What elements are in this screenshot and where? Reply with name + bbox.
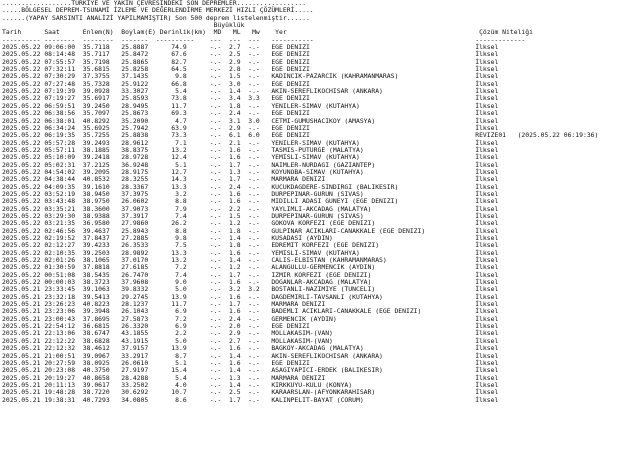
earthquake-list: ..................TÜRKİYE VE YAKIN ÇEVRE… xyxy=(0,0,640,404)
earthquake-list-page: ..................TÜRKİYE VE YAKIN ÇEVRE… xyxy=(0,0,640,457)
earthquake-row: 2025.05.21 19:38:31 40.7293 34.0805 8.6 … xyxy=(2,395,499,404)
earthquake-rows: 2025.05.22 09:06:00 35.7118 25.8887 74.9… xyxy=(2,43,640,404)
